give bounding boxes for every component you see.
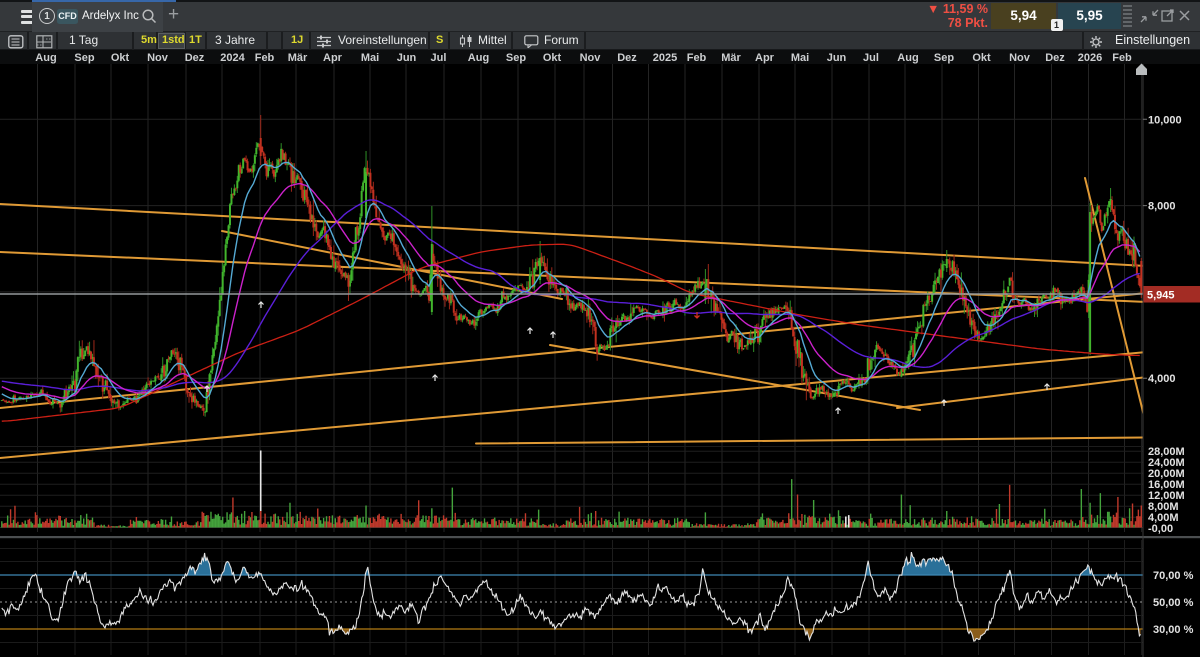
svg-text:Mai: Mai [361,52,379,64]
svg-text:30,00 %: 30,00 % [1153,624,1194,636]
svg-text:Jun: Jun [827,52,847,64]
svg-text:Jul: Jul [431,52,447,64]
svg-text:Mai: Mai [791,52,809,64]
svg-text:Sep: Sep [934,52,954,64]
svg-text:Jul: Jul [863,52,879,64]
svg-text:Okt: Okt [111,52,130,64]
svg-text:2026: 2026 [1078,52,1102,64]
svg-text:Feb: Feb [1112,52,1132,64]
svg-text:5,945: 5,945 [1147,290,1175,302]
svg-text:Mär: Mär [288,52,308,64]
svg-text:Jun: Jun [397,52,417,64]
svg-text:Dez: Dez [1045,52,1065,64]
svg-text:Nov: Nov [580,52,602,64]
svg-text:Aug: Aug [468,52,489,64]
svg-text:Nov: Nov [1009,52,1031,64]
svg-text:Dez: Dez [185,52,205,64]
svg-text:10,000: 10,000 [1148,114,1182,126]
svg-text:Sep: Sep [74,52,94,64]
svg-text:8,000: 8,000 [1148,201,1176,213]
svg-text:Okt: Okt [543,52,562,64]
svg-text:Mär: Mär [721,52,741,64]
svg-text:Nov: Nov [147,52,169,64]
svg-text:4,000: 4,000 [1148,373,1176,385]
svg-text:70,00 %: 70,00 % [1153,570,1194,582]
svg-text:Aug: Aug [897,52,918,64]
svg-text:2025: 2025 [653,52,677,64]
svg-text:2024: 2024 [220,52,245,64]
svg-text:Aug: Aug [35,52,56,64]
svg-text:Okt: Okt [972,52,991,64]
svg-text:Feb: Feb [255,52,275,64]
svg-text:Apr: Apr [323,52,343,64]
svg-text:Sep: Sep [506,52,526,64]
svg-text:50,00 %: 50,00 % [1153,597,1194,609]
svg-text:-0,00: -0,00 [1148,523,1173,535]
svg-text:Dez: Dez [617,52,637,64]
svg-text:Feb: Feb [687,52,707,64]
svg-text:Apr: Apr [755,52,775,64]
